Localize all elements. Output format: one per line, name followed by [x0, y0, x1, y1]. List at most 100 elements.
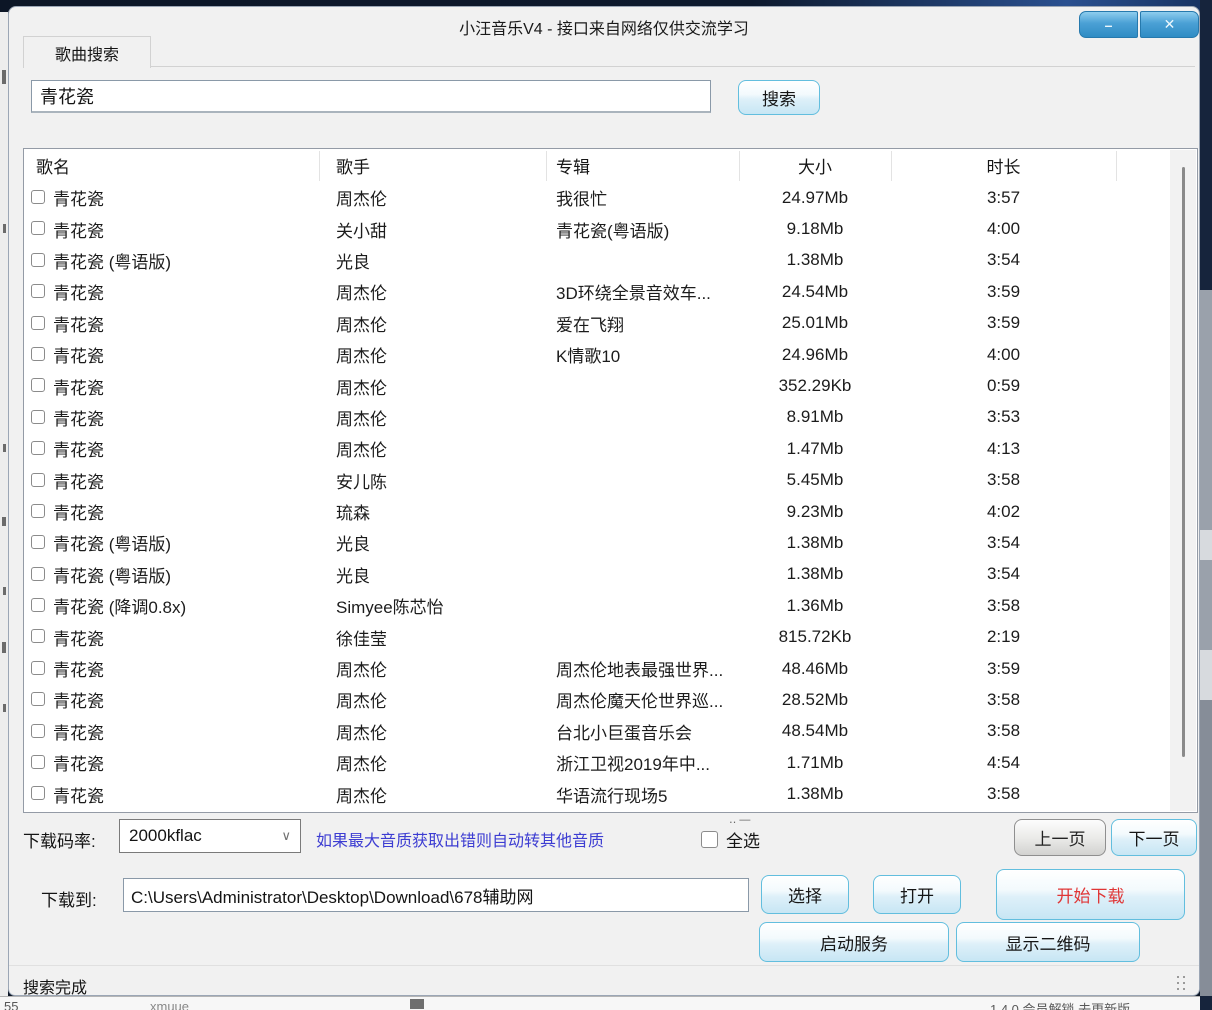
- table-row[interactable]: 青花瓷 (降调0.8x) Simyee陈芯怡 1.36Mb 3:58: [24, 590, 1197, 621]
- row-checkbox[interactable]: [31, 378, 45, 392]
- choose-folder-button[interactable]: 选择: [761, 875, 849, 914]
- row-checkbox[interactable]: [31, 629, 45, 643]
- minimize-icon: –: [1105, 17, 1113, 33]
- search-button[interactable]: 搜索: [738, 80, 820, 115]
- column-header-album[interactable]: 专辑: [556, 149, 590, 182]
- screen-edge-artifact: [2, 70, 6, 84]
- row-checkbox[interactable]: [31, 724, 45, 738]
- song-name-cell: 青花瓷: [53, 402, 104, 433]
- row-checkbox[interactable]: [31, 221, 45, 235]
- size-cell: 24.54Mb: [739, 276, 891, 307]
- chevron-down-icon: ∨: [281, 828, 291, 844]
- minimize-button[interactable]: –: [1079, 11, 1138, 38]
- size-cell: 48.54Mb: [739, 716, 891, 747]
- tab-song-search[interactable]: 歌曲搜索: [23, 36, 151, 68]
- duration-cell: 3:58: [891, 778, 1116, 809]
- table-row[interactable]: 青花瓷 徐佳莹 815.72Kb 2:19: [24, 621, 1197, 652]
- row-checkbox[interactable]: [31, 473, 45, 487]
- table-row[interactable]: 青花瓷 周杰伦 1.47Mb 4:13: [24, 433, 1197, 464]
- table-row[interactable]: 青花瓷 周杰伦 K情歌10 24.96Mb 4:00: [24, 339, 1197, 370]
- duration-cell: 3:58: [891, 716, 1116, 747]
- table-scrollbar[interactable]: [1170, 150, 1196, 811]
- table-row[interactable]: 青花瓷 (粤语版) 光良 1.38Mb 3:54: [24, 559, 1197, 590]
- start-download-button[interactable]: 开始下载: [996, 869, 1185, 920]
- row-checkbox[interactable]: [31, 347, 45, 361]
- open-folder-button[interactable]: 打开: [873, 875, 961, 914]
- table-row[interactable]: 青花瓷 周杰伦 浙江卫视2019年中... 1.71Mb 4:54: [24, 747, 1197, 778]
- artist-cell: Simyee陈芯怡: [336, 590, 444, 621]
- next-page-button[interactable]: 下一页: [1111, 819, 1197, 856]
- table-row[interactable]: 青花瓷 周杰伦 352.29Kb 0:59: [24, 370, 1197, 401]
- row-checkbox[interactable]: [31, 692, 45, 706]
- size-cell: 8.91Mb: [739, 402, 891, 433]
- row-checkbox[interactable]: [31, 535, 45, 549]
- table-row[interactable]: 青花瓷 周杰伦 台北小巨蛋音乐会 48.54Mb 3:58: [24, 716, 1197, 747]
- row-checkbox[interactable]: [31, 567, 45, 581]
- table-row[interactable]: 青花瓷 (粤语版) 光良 1.38Mb 3:54: [24, 527, 1197, 558]
- row-checkbox[interactable]: [31, 661, 45, 675]
- row-checkbox[interactable]: [31, 410, 45, 424]
- prev-page-button[interactable]: 上一页: [1014, 819, 1106, 856]
- table-row[interactable]: 青花瓷 周杰伦 爱在飞翔 25.01Mb 3:59: [24, 308, 1197, 339]
- row-checkbox[interactable]: [31, 316, 45, 330]
- results-table: 歌名 歌手 专辑 大小 时长 青花瓷 周杰伦 我很忙 24.97Mb 3:57: [23, 148, 1198, 813]
- screen-edge-artifact: [2, 517, 6, 526]
- table-row[interactable]: 青花瓷 琉森 9.23Mb 4:02: [24, 496, 1197, 527]
- artist-cell: 琉森: [336, 496, 370, 527]
- album-cell: [556, 496, 738, 527]
- album-cell: 浙江卫视2019年中...: [556, 747, 738, 778]
- download-path-input[interactable]: [123, 878, 749, 912]
- table-row[interactable]: 青花瓷 周杰伦 我很忙 24.97Mb 3:57: [24, 182, 1197, 213]
- open-folder-label: 打开: [900, 882, 934, 907]
- scrollbar-thumb[interactable]: [1182, 167, 1185, 757]
- table-row[interactable]: 青花瓷 周杰伦 周杰伦地表最强世界... 48.46Mb 3:59: [24, 653, 1197, 684]
- column-header-size[interactable]: 大小: [739, 149, 891, 182]
- size-cell: 1.38Mb: [739, 559, 891, 590]
- select-all-control: 全选: [701, 827, 760, 852]
- show-qrcode-button[interactable]: 显示二维码: [956, 922, 1140, 962]
- bitrate-dropdown[interactable]: 2000kflac ∨: [119, 819, 301, 853]
- row-checkbox[interactable]: [31, 253, 45, 267]
- album-cell: [556, 402, 738, 433]
- song-name-cell: 青花瓷: [53, 716, 104, 747]
- table-row[interactable]: 青花瓷 (粤语版) 光良 1.38Mb 3:54: [24, 245, 1197, 276]
- search-input[interactable]: [31, 80, 711, 113]
- row-checkbox[interactable]: [31, 504, 45, 518]
- size-cell: 815.72Kb: [739, 621, 891, 652]
- row-checkbox[interactable]: [31, 441, 45, 455]
- size-cell: 28.52Mb: [739, 684, 891, 715]
- column-header-duration[interactable]: 时长: [891, 149, 1116, 182]
- row-checkbox[interactable]: [31, 755, 45, 769]
- bitrate-label: 下载码率:: [23, 827, 96, 852]
- table-row[interactable]: 青花瓷 周杰伦 周杰伦魔天伦世界巡... 28.52Mb 3:58: [24, 684, 1197, 715]
- row-checkbox[interactable]: [31, 598, 45, 612]
- artist-cell: 安儿陈: [336, 465, 387, 496]
- album-cell: [556, 590, 738, 621]
- table-row[interactable]: 青花瓷 周杰伦 8.91Mb 3:53: [24, 402, 1197, 433]
- album-cell: 周杰伦魔天伦世界巡...: [556, 684, 738, 715]
- size-cell: 24.97Mb: [739, 182, 891, 213]
- select-all-checkbox[interactable]: [701, 831, 718, 848]
- album-cell: [556, 559, 738, 590]
- table-row[interactable]: 青花瓷 周杰伦 华语流行现场5 1.38Mb 3:58: [24, 778, 1197, 809]
- row-checkbox[interactable]: [31, 786, 45, 800]
- duration-cell: 4:00: [891, 213, 1116, 244]
- row-checkbox[interactable]: [31, 284, 45, 298]
- resize-grip-icon[interactable]: [1177, 976, 1187, 990]
- column-header-song[interactable]: 歌名: [36, 149, 70, 182]
- close-button[interactable]: ✕: [1140, 11, 1199, 38]
- album-cell: 周杰伦地表最强世界...: [556, 653, 738, 684]
- table-row[interactable]: 青花瓷 安儿陈 5.45Mb 3:58: [24, 465, 1197, 496]
- column-header-artist[interactable]: 歌手: [336, 149, 370, 182]
- row-checkbox[interactable]: [31, 190, 45, 204]
- album-cell: 我很忙: [556, 182, 738, 213]
- start-service-button[interactable]: 启动服务: [759, 922, 949, 962]
- artist-cell: 关小甜: [336, 213, 387, 244]
- search-button-label: 搜索: [762, 85, 796, 110]
- size-cell: 48.46Mb: [739, 653, 891, 684]
- table-row[interactable]: 青花瓷 关小甜 青花瓷(粤语版) 9.18Mb 4:00: [24, 213, 1197, 244]
- size-cell: 25.01Mb: [739, 308, 891, 339]
- song-name-cell: 青花瓷 (降调0.8x): [53, 590, 186, 621]
- table-row[interactable]: 青花瓷 周杰伦 3D环绕全景音效车... 24.54Mb 3:59: [24, 276, 1197, 307]
- tab-label: 歌曲搜索: [55, 41, 119, 65]
